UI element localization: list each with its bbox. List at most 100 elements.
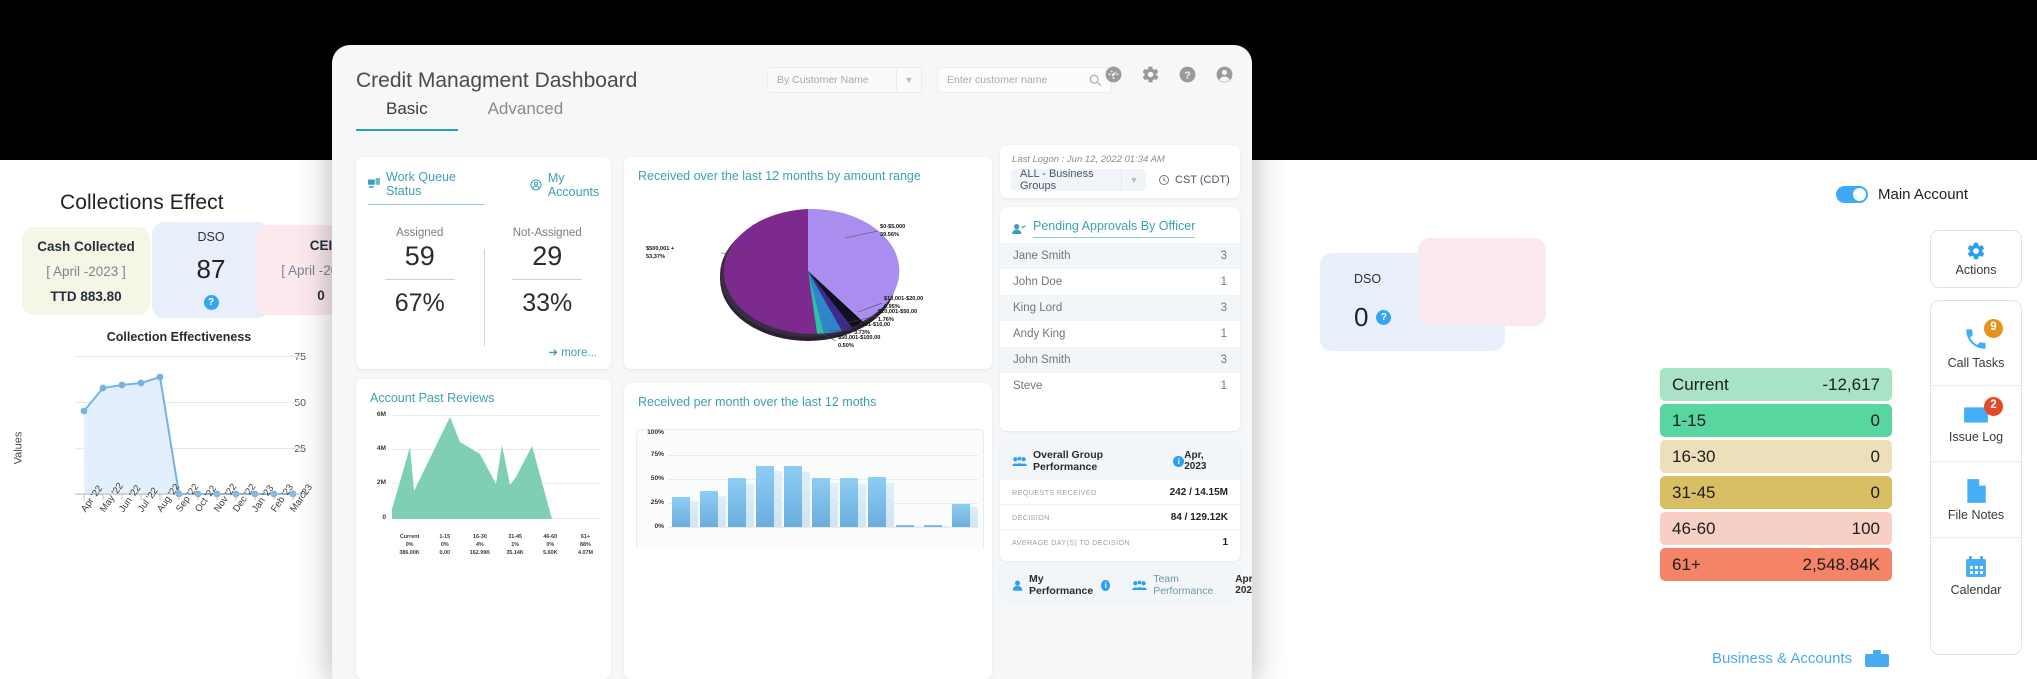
aging-bucket-value: 100 — [1851, 518, 1880, 538]
tab-label: Team Performance — [1153, 573, 1214, 597]
kpi-card-cei-secondary[interactable] — [1418, 238, 1546, 326]
bar[interactable] — [812, 478, 830, 527]
pie-chart-svg — [720, 208, 900, 342]
main-account-toggle-group[interactable]: Main Account — [1836, 186, 1968, 203]
table-row[interactable]: Jane Smith 3 — [1000, 243, 1240, 269]
help-icon[interactable]: ? — [1376, 309, 1392, 325]
officer-name: Andy King — [1013, 328, 1066, 340]
tab-my-accounts[interactable]: My Accounts — [530, 170, 611, 205]
aging-row-1-15[interactable]: 1-15 0 — [1660, 404, 1892, 437]
aging-row-16-30[interactable]: 16-30 0 — [1660, 440, 1892, 473]
bar[interactable] — [756, 466, 774, 527]
info-icon[interactable]: i — [1101, 579, 1111, 591]
chart-title: Received over the last 12 months by amou… — [638, 169, 921, 183]
y-tick: 2M — [376, 479, 386, 486]
tab-label: My Accounts — [547, 170, 600, 199]
tab-work-queue-status[interactable]: Work Queue Status — [368, 170, 484, 205]
search-icon[interactable] — [1089, 74, 1102, 87]
kpi-label: CEI — [309, 237, 333, 253]
info-icon[interactable]: i — [1173, 455, 1185, 467]
bar[interactable] — [868, 477, 886, 527]
search-input[interactable]: Enter customer name — [937, 67, 1112, 93]
officer-count: 3 — [1220, 354, 1227, 366]
rail-item-calendar[interactable]: Calendar — [1931, 538, 2021, 614]
officer-count: 1 — [1220, 380, 1227, 392]
help-icon[interactable]: ? — [203, 295, 219, 310]
tab-my-performance[interactable]: My Performance i — [1012, 573, 1111, 597]
x-tick: 61+ 88% 4.07M — [577, 534, 593, 557]
rail-item-call-tasks[interactable]: 9 Call Tasks — [1931, 310, 2021, 386]
y-tick: 25% — [650, 499, 664, 506]
x-tick: 1-15 0% 0.00 — [439, 534, 451, 557]
rail-item-file-notes[interactable]: File Notes — [1931, 462, 2021, 538]
table-row[interactable]: Steve 1 — [1000, 373, 1240, 399]
x-tick: 16-30 4% 162.99K — [469, 534, 491, 557]
envelope-icon: 2 — [1963, 396, 2003, 426]
work-queue-more-link[interactable]: ➜ more... — [548, 345, 597, 359]
dashboard-tabs: Basic Advanced — [356, 93, 593, 131]
aging-bucket-label: 46-60 — [1672, 518, 1716, 538]
officer-count: 3 — [1220, 302, 1227, 314]
aging-bucket-value: 0 — [1870, 482, 1880, 502]
bar[interactable] — [952, 504, 970, 527]
chart-plot: Values 75 50 25 0 Apr '22 May '22 Jun '2… — [12, 351, 315, 546]
overall-group-performance-card: Overall Group Performance i Apr, 2023 RE… — [1000, 441, 1240, 561]
actions-button[interactable]: Actions — [1930, 230, 2022, 288]
y-axis-label: Values — [12, 431, 25, 465]
account-circle-icon[interactable] — [1215, 65, 1234, 84]
bars-series — [670, 425, 982, 527]
table-row[interactable]: Andy King 1 — [1000, 321, 1240, 347]
gauge-icon[interactable] — [1104, 65, 1123, 84]
customer-filter-value: By Customer Name — [777, 74, 869, 86]
bar[interactable] — [896, 525, 914, 527]
help-icon[interactable]: ? — [1178, 65, 1197, 84]
aging-row-current[interactable]: Current -12,617 — [1660, 368, 1892, 401]
pie-label-0-5000: $0-$5,000 39.56% — [880, 224, 906, 238]
bar[interactable] — [924, 525, 942, 527]
tab-advanced[interactable]: Advanced — [458, 93, 594, 131]
aging-bucket-value: 0 — [1870, 410, 1880, 430]
kpi-card-dso[interactable]: DSO 87 ? — [152, 222, 270, 318]
metric-value: 242 / 14.15M — [1169, 486, 1228, 498]
search-placeholder: Enter customer name — [947, 74, 1048, 86]
table-row[interactable]: John Smith 3 — [1000, 347, 1240, 373]
kpi-label: Cash Collected — [37, 238, 135, 254]
tab-team-performance[interactable]: Team Performance — [1132, 573, 1213, 597]
x-axis-labels: Current 0% 386.00K 1-15 0% 0.00 16-30 4% 162.9… — [392, 533, 603, 557]
kpi-value: 87 — [196, 254, 226, 284]
timezone-display: CST (CDT) — [1158, 174, 1230, 186]
table-row[interactable]: John Doe 1 — [1000, 269, 1240, 295]
pending-approvals-list: Jane Smith 3 John Doe 1 King Lord 3 Andy… — [1000, 243, 1240, 399]
y-tick: 4M — [376, 445, 386, 452]
table-row: REQUESTS RECEIVED 242 / 14.15M — [1000, 480, 1240, 505]
aging-row-46-60[interactable]: 46-60 100 — [1660, 512, 1892, 545]
bar[interactable] — [700, 491, 718, 527]
bar[interactable] — [784, 466, 802, 527]
rail-item-issue-log[interactable]: 2 Issue Log — [1931, 386, 2021, 462]
bar[interactable] — [840, 478, 858, 527]
officer-name: John Doe — [1013, 276, 1063, 288]
gear-icon[interactable] — [1141, 65, 1160, 84]
call-tasks-badge: 9 — [1984, 318, 2003, 338]
main-account-toggle[interactable] — [1836, 186, 1868, 203]
officer-count: 1 — [1220, 276, 1227, 288]
customer-filter-select[interactable]: By Customer Name ▼ — [767, 67, 922, 93]
officer-name: King Lord — [1013, 302, 1063, 314]
user-check-icon — [1012, 223, 1026, 235]
dashboard-header: Credit Managment Dashboard By Customer N… — [332, 45, 1252, 131]
table-row[interactable]: King Lord 3 — [1000, 295, 1240, 321]
bar[interactable] — [672, 497, 690, 527]
aging-row-31-45[interactable]: 31-45 0 — [1660, 476, 1892, 509]
tab-basic[interactable]: Basic — [356, 93, 458, 131]
bar[interactable] — [728, 478, 746, 527]
business-accounts-link[interactable]: Business & Accounts — [1712, 648, 1890, 668]
clock-icon — [1158, 174, 1170, 186]
metric-count: 59 — [404, 241, 435, 271]
officer-count: 1 — [1220, 328, 1227, 340]
kpi-card-cash-collected[interactable]: Cash Collected [ April -2023 ] TTD 883.8… — [22, 227, 150, 315]
table-row: AVERAGE DAY(S) TO DECISION 1 — [1000, 530, 1240, 555]
aging-row-61-plus[interactable]: 61+ 2,548.84K — [1660, 548, 1892, 581]
received-by-amount-range-card: Received over the last 12 months by amou… — [624, 157, 992, 369]
chart-series — [75, 373, 305, 500]
business-group-select[interactable]: ALL - Business Groups ▼ — [1011, 168, 1146, 192]
